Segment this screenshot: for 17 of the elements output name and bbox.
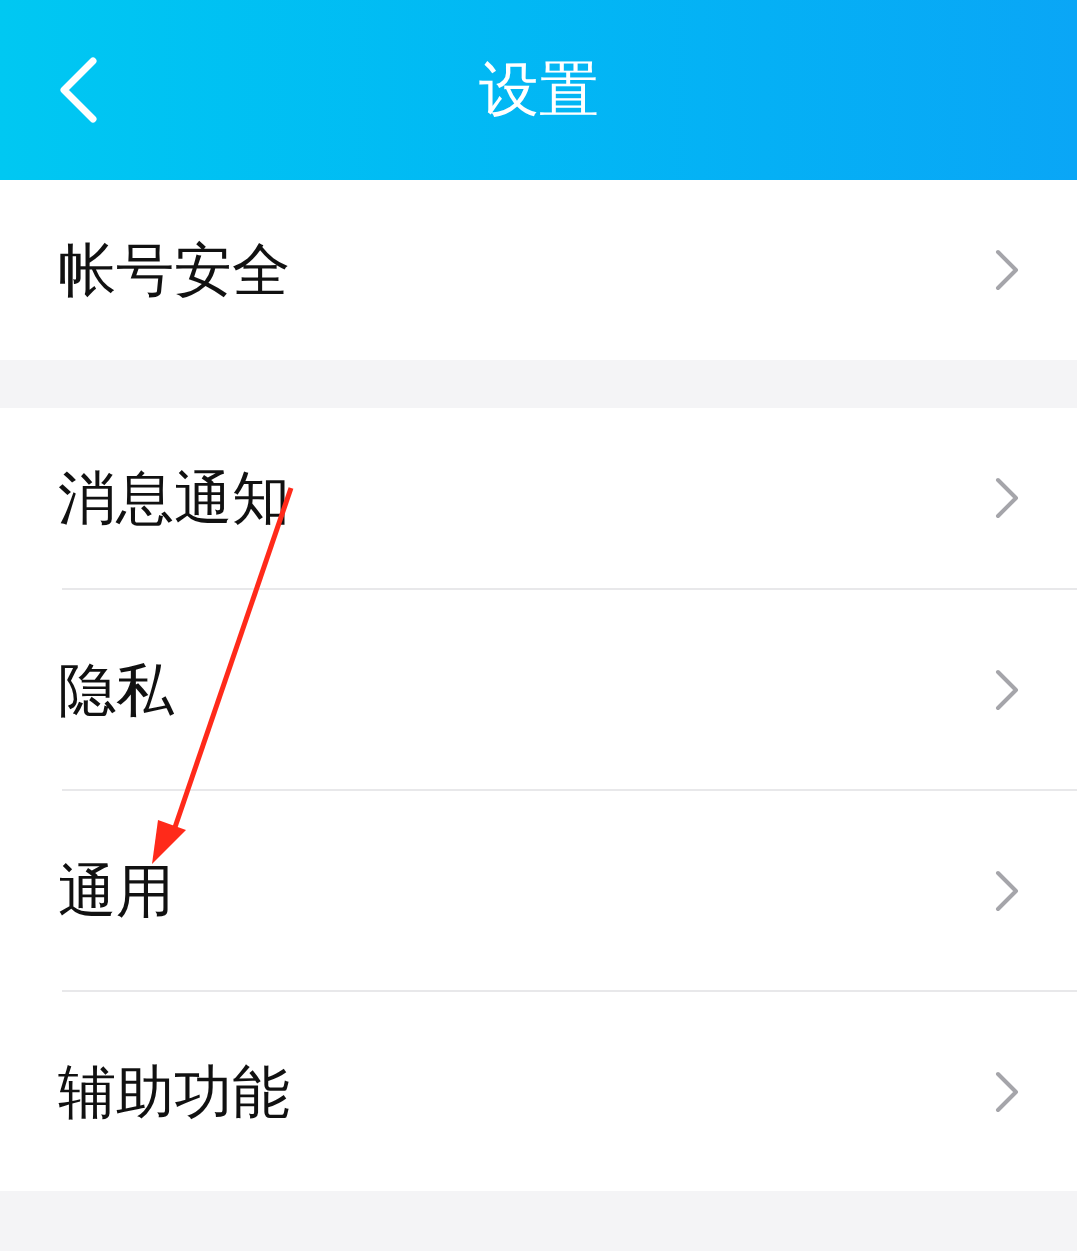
settings-row[interactable]: 隐私 [0,590,1077,789]
settings-row[interactable]: 辅助功能 [0,992,1077,1191]
row-label: 通用 [58,861,174,920]
row-label: 辅助功能 [58,1062,290,1121]
row-label: 帐号安全 [58,241,290,299]
settings-row[interactable]: 通用 [0,791,1077,990]
page-title: 设置 [478,60,599,120]
settings-row[interactable]: 消息通知 [0,408,1077,588]
chevron-right-icon [995,869,1019,912]
chevron-right-icon [995,1070,1019,1113]
row-label: 隐私 [58,660,174,719]
settings-row[interactable]: 帐号安全 [0,180,1077,360]
chevron-right-icon [995,668,1019,711]
chevron-right-icon [995,249,1019,291]
back-icon [58,57,98,123]
chevron-right-icon [995,477,1019,519]
row-label: 消息通知 [58,469,290,527]
